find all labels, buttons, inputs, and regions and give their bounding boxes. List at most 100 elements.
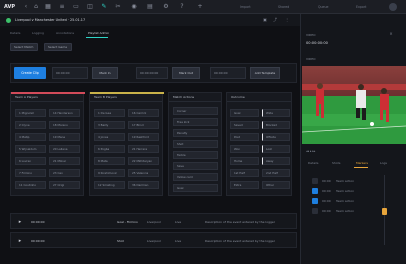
home-icon[interactable]: ⌂ bbox=[32, 3, 40, 11]
log-checkbox[interactable] bbox=[312, 188, 318, 194]
player-button[interactable]: 5 Wijnaldum bbox=[15, 145, 46, 153]
topbar-shared[interactable]: Shared bbox=[278, 4, 289, 10]
outcome-button[interactable]: 1st Half bbox=[230, 169, 259, 177]
action-button[interactable]: Goal bbox=[173, 184, 218, 192]
player-button[interactable]: 22 Mkhitaryan bbox=[128, 157, 159, 165]
log-checkbox[interactable] bbox=[312, 178, 318, 184]
player-button[interactable]: 21 Herrera bbox=[128, 145, 159, 153]
outcome-button[interactable]: Saved bbox=[230, 121, 259, 129]
folder-icon[interactable]: ▭ bbox=[72, 3, 80, 11]
player-button[interactable]: 20 Lallana bbox=[49, 145, 80, 153]
cut-icon[interactable]: ✂ bbox=[114, 3, 122, 11]
select-match-dropdown[interactable]: Select Match bbox=[10, 43, 38, 51]
outcome-button[interactable]: Lost bbox=[262, 145, 290, 153]
outcome-button[interactable]: Offside bbox=[262, 133, 290, 141]
outcome-button[interactable]: Away bbox=[262, 157, 290, 165]
outcome-button[interactable]: Other bbox=[262, 181, 290, 189]
clip-icon[interactable]: ◫ bbox=[86, 3, 94, 11]
list-icon[interactable]: ≡ bbox=[58, 3, 66, 11]
player-button[interactable]: 25 Valencia bbox=[128, 169, 159, 177]
tab-logs[interactable]: Logs bbox=[380, 160, 387, 166]
action-button[interactable]: Shot bbox=[173, 140, 218, 148]
player-button[interactable]: 19 Mane bbox=[49, 133, 80, 141]
outcome-button[interactable]: Goal bbox=[230, 109, 259, 117]
volume-thumb[interactable] bbox=[382, 208, 387, 215]
clip-start-field[interactable]: 00:00:00 bbox=[52, 67, 88, 79]
tab-details[interactable]: Details bbox=[10, 30, 20, 36]
tab-markers[interactable]: Markers bbox=[356, 160, 368, 166]
player-button[interactable]: 18 Moreno bbox=[49, 121, 80, 129]
tab-playlist-admin[interactable]: Playlist Admin bbox=[88, 30, 109, 36]
timeline-icon[interactable]: ▤ bbox=[146, 3, 154, 11]
outcome-button[interactable]: Blocked bbox=[262, 121, 290, 129]
mark-in-button[interactable]: Mark In bbox=[92, 67, 118, 79]
back-icon[interactable]: ‹ bbox=[22, 3, 30, 11]
play-icon[interactable]: ▸ bbox=[17, 219, 23, 225]
action-button[interactable]: Yellow card bbox=[173, 173, 218, 181]
video-player[interactable] bbox=[302, 66, 406, 144]
tab-logging[interactable]: Logging bbox=[32, 30, 44, 36]
player-button[interactable]: 6 Lovren bbox=[15, 157, 46, 165]
player-button[interactable]: 17 Blind bbox=[128, 121, 159, 129]
avatar[interactable] bbox=[389, 3, 397, 11]
player-button[interactable]: 4 Matip bbox=[15, 133, 46, 141]
player-button[interactable]: 16 Carrick bbox=[128, 109, 159, 117]
action-button[interactable]: Corner bbox=[173, 107, 218, 115]
player-button[interactable]: 23 Can bbox=[49, 169, 80, 177]
more-icon[interactable]: ⋮ bbox=[284, 16, 290, 24]
player-button[interactable]: 4 Jones bbox=[94, 133, 125, 141]
player-button[interactable]: 14 Henderson bbox=[49, 109, 80, 117]
transport-controls[interactable]: ◂◂ ▸ ▸▸ bbox=[306, 148, 315, 154]
action-button[interactable]: Tackle bbox=[173, 151, 218, 159]
topbar-export[interactable]: Export bbox=[356, 4, 366, 10]
user-icon[interactable]: ◉ bbox=[130, 3, 138, 11]
outcome-button[interactable]: Wide bbox=[262, 109, 290, 117]
play-icon[interactable]: ▸ bbox=[17, 238, 23, 244]
clip-duration-field[interactable]: 00:00:00:00 bbox=[136, 67, 168, 79]
lock-icon[interactable]: ▣ bbox=[262, 16, 268, 24]
grid-icon[interactable]: ▦ bbox=[44, 3, 52, 11]
help-icon[interactable]: ? bbox=[178, 3, 186, 11]
outcome-button[interactable]: Won bbox=[230, 145, 259, 153]
add-template-button[interactable]: Add Template bbox=[250, 67, 280, 79]
log-checkbox[interactable] bbox=[312, 198, 318, 204]
outcome-button[interactable]: 2nd Half bbox=[262, 169, 290, 177]
tab-shots[interactable]: Shots bbox=[332, 160, 340, 166]
action-button[interactable]: Save bbox=[173, 162, 218, 170]
player-button[interactable]: 2 Clyne bbox=[15, 121, 46, 129]
select-game-dropdown[interactable]: Select Game bbox=[44, 43, 72, 51]
player-button[interactable]: 36 Darmian bbox=[128, 181, 159, 189]
player-button[interactable]: 27 Origi bbox=[49, 181, 80, 189]
player-button[interactable]: 12 Smalling bbox=[94, 181, 125, 189]
share-icon[interactable]: ⤴ bbox=[272, 16, 278, 24]
close-icon[interactable]: × bbox=[388, 30, 394, 38]
action-button[interactable]: Penalty bbox=[173, 129, 218, 137]
player-button[interactable]: 1 De Gea bbox=[94, 109, 125, 117]
player-button[interactable]: 6 Pogba bbox=[94, 145, 125, 153]
action-button[interactable]: Free kick bbox=[173, 118, 218, 126]
player-button[interactable]: 7 Firmino bbox=[15, 169, 46, 177]
player-button[interactable]: 1 Mignolet bbox=[15, 109, 46, 117]
tab-details-right[interactable]: Details bbox=[308, 160, 318, 166]
plus-icon[interactable]: + bbox=[196, 3, 204, 11]
outcome-button[interactable]: Post bbox=[230, 133, 259, 141]
clip-end-field[interactable]: 00:00:00 bbox=[210, 67, 246, 79]
event-row[interactable]: ▸ 00:00:00 Goal - Firmino Liverpool Live… bbox=[10, 213, 297, 229]
topbar-queue[interactable]: Queue bbox=[318, 4, 328, 10]
outcome-button[interactable]: Extra bbox=[230, 181, 259, 189]
log-checkbox[interactable] bbox=[312, 208, 318, 214]
player-button[interactable]: 21 Milner bbox=[49, 157, 80, 165]
player-button[interactable]: 9 Ibrahimovic bbox=[94, 169, 125, 177]
player-button[interactable]: 11 Coutinho bbox=[15, 181, 46, 189]
event-row[interactable]: ▸ 00:00:00 Shot Liverpool Live Descripti… bbox=[10, 232, 297, 248]
outcome-button[interactable]: Home bbox=[230, 157, 259, 165]
player-button[interactable]: 19 Rashford bbox=[128, 133, 159, 141]
settings-icon[interactable]: ⚙ bbox=[162, 3, 170, 11]
create-clip-button[interactable]: Create Clip bbox=[14, 67, 46, 79]
player-button[interactable]: 8 Mata bbox=[94, 157, 125, 165]
topbar-import[interactable]: Import bbox=[240, 4, 251, 10]
tab-annotations[interactable]: Annotations bbox=[56, 30, 74, 36]
mark-out-button[interactable]: Mark Out bbox=[172, 67, 200, 79]
edit-icon[interactable]: ✎ bbox=[100, 3, 108, 11]
player-button[interactable]: 3 Bailly bbox=[94, 121, 125, 129]
